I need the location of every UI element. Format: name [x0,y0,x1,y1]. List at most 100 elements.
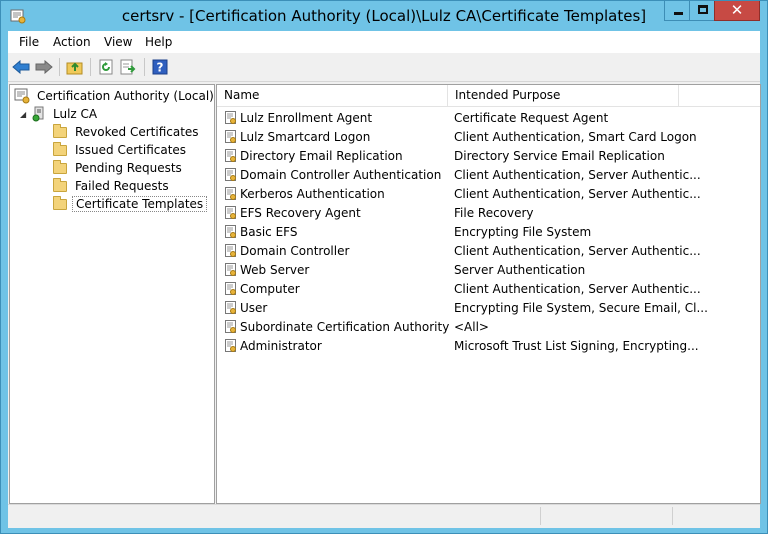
export-list-button[interactable] [118,57,138,77]
tree-ca-label: Lulz CA [53,107,98,121]
intended-purpose-cell: Client Authentication, Server Authentic.… [454,244,701,258]
template-name-cell: Lulz Smartcard Logon [240,130,371,144]
intended-purpose-cell: Microsoft Trust List Signing, Encrypting… [454,339,699,353]
menu-help[interactable]: Help [145,35,172,49]
tree-item-certificate-templates[interactable]: Certificate Templates [53,195,208,213]
tree-item-pending-requests[interactable]: Pending Requests [53,159,185,177]
certificate-template-icon [225,130,237,144]
template-name-cell: Kerberos Authentication [240,187,385,201]
certificate-template-icon [225,282,237,296]
tree-root-label: Certification Authority (Local) [37,89,214,103]
intended-purpose-cell: Directory Service Email Replication [454,149,665,163]
forward-arrow-icon [35,60,53,74]
table-row[interactable]: Kerberos Authentication Client Authentica… [217,185,760,204]
menu-view[interactable]: View [104,35,132,49]
template-name-cell: Domain Controller Authentication [240,168,442,182]
intended-purpose-cell: <All> [454,320,489,334]
folder-icon [53,177,67,192]
tree-folder-label: Pending Requests [75,161,182,175]
template-name-cell: Computer [240,282,300,296]
intended-purpose-cell: Client Authentication, Smart Card Logon [454,130,697,144]
table-row[interactable]: EFS Recovery Agent File Recovery [217,204,760,223]
certificate-template-icon [225,111,237,125]
tree-item-failed-requests[interactable]: Failed Requests [53,177,172,195]
certificate-template-icon [225,225,237,239]
maximize-button[interactable] [689,1,715,21]
table-row[interactable]: Directory Email Replication Directory Ser… [217,147,760,166]
menu-action[interactable]: Action [53,35,91,49]
title-bar[interactable]: certsrv - [Certification Authority (Loca… [1,1,767,31]
tree-folder-label: Certificate Templates [72,196,208,212]
template-name-cell: Administrator [240,339,322,353]
forward-button[interactable] [34,57,54,77]
close-button[interactable]: ✕ [714,1,760,21]
window-title: certsrv - [Certification Authority (Loca… [121,7,647,25]
console-tree[interactable]: Certification Authority (Local) ◢ Lulz C… [9,84,215,504]
menu-file[interactable]: File [19,35,39,49]
table-row[interactable]: User Encrypting File System, Secure Email… [217,299,760,318]
toolbar-separator [144,58,145,76]
table-row[interactable]: Domain Controller Authentication Client A… [217,166,760,185]
close-icon: ✕ [730,1,744,19]
toolbar-separator [90,58,91,76]
toolbar: ? [8,53,760,82]
maximize-icon [698,5,708,14]
table-row[interactable]: Lulz Enrollment Agent Certificate Request… [217,109,760,128]
table-row[interactable]: Web Server Server Authentication [217,261,760,280]
certificate-template-icon [225,187,237,201]
folder-icon [53,123,67,138]
intended-purpose-cell: Certificate Request Agent [454,111,609,125]
status-segment [672,507,759,525]
ca-server-icon [32,106,44,122]
certificate-template-icon [225,244,237,258]
intended-purpose-cell: Encrypting File System, Secure Email, Cl… [454,301,708,315]
up-folder-icon [66,62,83,75]
certificate-template-icon [225,149,237,163]
certificate-template-icon [225,320,237,334]
intended-purpose-cell: Client Authentication, Server Authentic.… [454,282,701,296]
intended-purpose-cell: File Recovery [454,206,534,220]
column-header-intended-purpose[interactable]: Intended Purpose [448,85,679,106]
template-name-cell: Subordinate Certification Authority [240,320,450,334]
help-label: ? [157,61,164,75]
template-list-view[interactable]: Name Intended Purpose Lulz Enrollment Ag… [216,84,761,504]
template-name-cell: Web Server [240,263,310,277]
certificate-template-icon [225,263,237,277]
tree-item-revoked-certificates[interactable]: Revoked Certificates [53,123,202,141]
toolbar-separator [59,58,60,76]
tree-root-certification-authority[interactable]: Certification Authority (Local) [14,87,214,105]
table-row[interactable]: Lulz Smartcard Logon Client Authenticatio… [217,128,760,147]
template-name-cell: EFS Recovery Agent [240,206,361,220]
intended-purpose-cell: Encrypting File System [454,225,592,239]
column-header-name[interactable]: Name [217,85,448,106]
help-button[interactable]: ? [150,57,170,77]
intended-purpose-cell: Client Authentication, Server Authentic.… [454,187,701,201]
status-segment [540,507,671,525]
certificate-template-icon [225,168,237,182]
table-row[interactable]: Administrator Microsoft Trust List Signin… [217,337,760,356]
folder-icon [53,195,67,210]
refresh-button[interactable] [96,57,116,77]
app-window: certsrv - [Certification Authority (Loca… [0,0,768,534]
up-level-button[interactable] [65,57,85,77]
template-name-cell: Directory Email Replication [240,149,403,163]
refresh-icon [99,59,113,75]
intended-purpose-cell: Server Authentication [454,263,586,277]
tree-item-issued-certificates[interactable]: Issued Certificates [53,141,189,159]
template-name-cell: Basic EFS [240,225,298,239]
table-row[interactable]: Computer Client Authentication, Server Au… [217,280,760,299]
template-name-cell: User [240,301,268,315]
client-area: File Action View Help ? Certification Au… [8,31,761,528]
table-row[interactable]: Basic EFS Encrypting File System [217,223,760,242]
window-controls: ✕ [664,1,760,22]
collapse-triangle-icon[interactable]: ◢ [20,110,26,119]
tree-folder-label: Revoked Certificates [75,125,199,139]
table-row[interactable]: Subordinate Certification Authority <All> [217,318,760,337]
back-arrow-icon [12,60,30,74]
minimize-button[interactable] [664,1,690,21]
back-button[interactable] [11,57,31,77]
template-name-cell: Domain Controller [240,244,350,258]
table-row[interactable]: Domain Controller Client Authentication, … [217,242,760,261]
tree-item-lulz-ca[interactable]: Lulz CA [31,105,100,123]
status-bar [8,504,760,528]
